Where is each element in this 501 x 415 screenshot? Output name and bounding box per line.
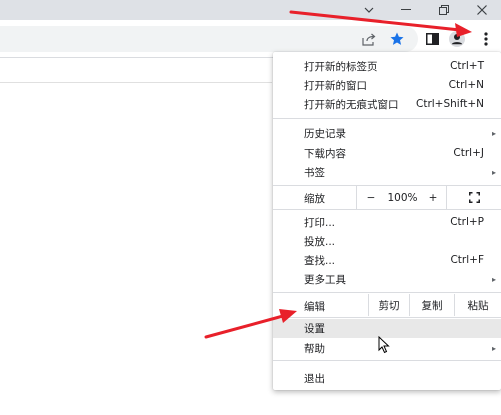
annotation-arrows <box>204 10 472 339</box>
arrow-to-settings <box>204 309 297 339</box>
browser-window: 打开新的标签页 Ctrl+T 打开新的窗口 Ctrl+N 打开新的无痕式窗口 C… <box>0 0 501 415</box>
arrow-to-menu-icon <box>289 10 472 37</box>
mouse-cursor-icon <box>378 336 390 354</box>
